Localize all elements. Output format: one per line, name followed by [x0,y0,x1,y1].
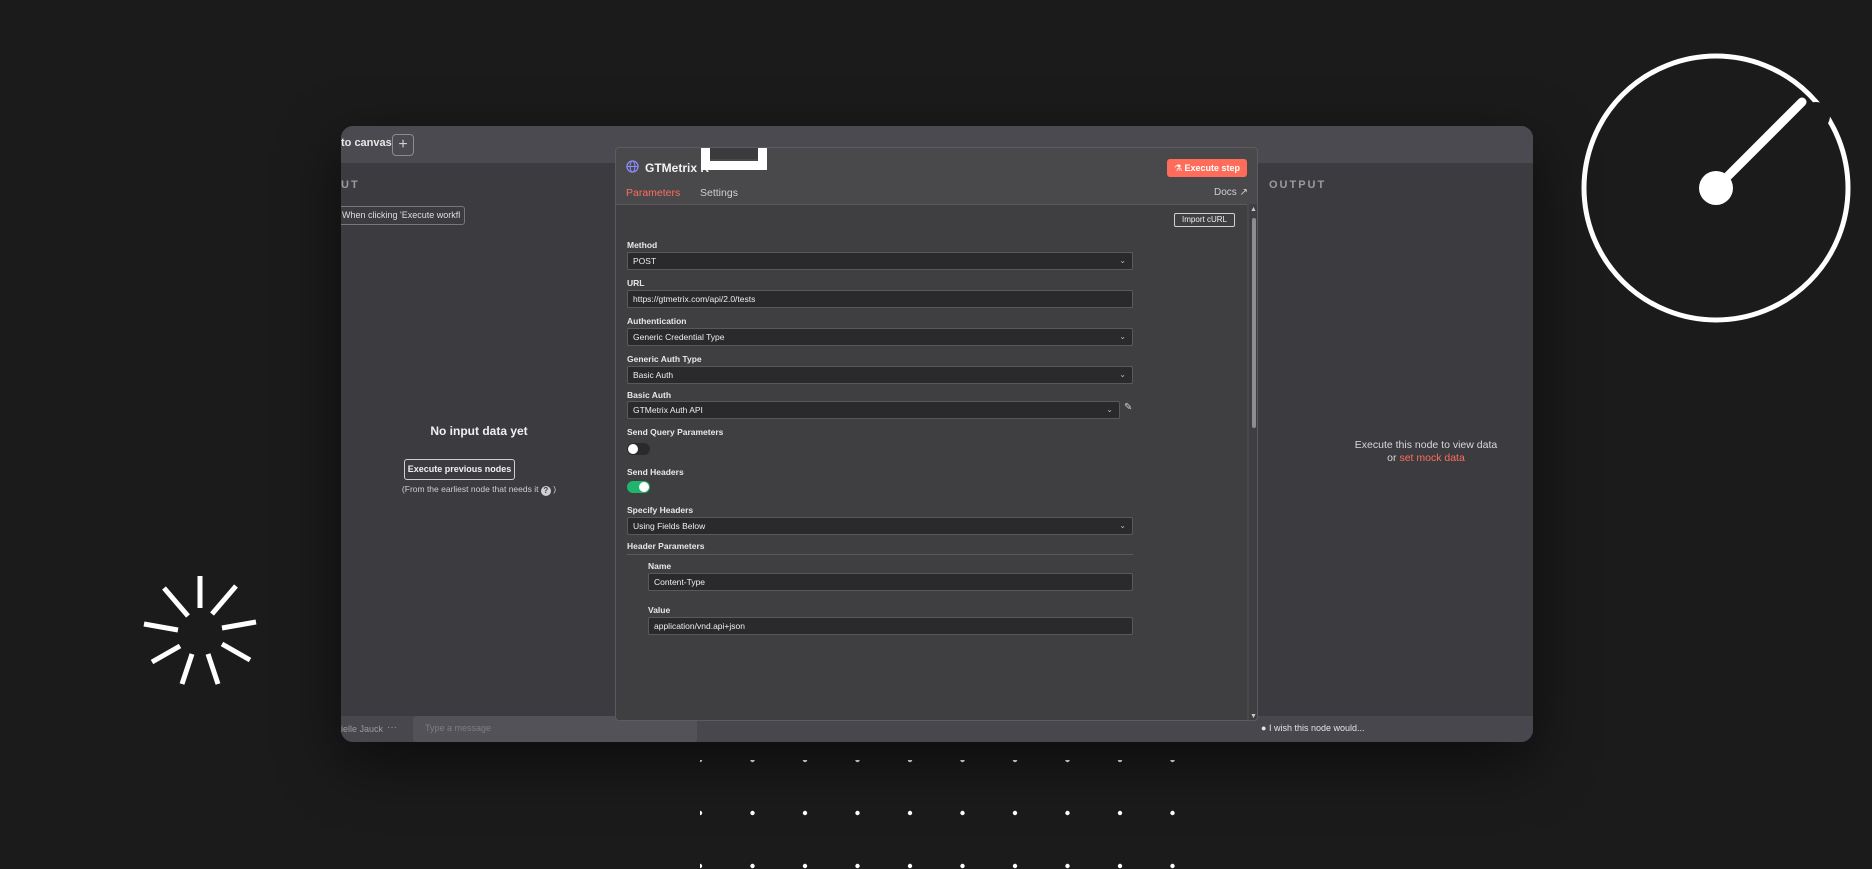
method-label: Method [627,240,658,250]
specify-headers-select[interactable]: Using Fields Below ⌄ [627,517,1133,535]
generic-auth-type-label: Generic Auth Type [627,354,702,364]
docs-label: Docs [1214,187,1237,198]
authentication-value: Generic Credential Type [633,332,725,342]
lightbulb-icon: ● [1261,723,1267,733]
authentication-label: Authentication [627,316,687,326]
rename-overlay [701,148,767,170]
basic-auth-credential-value: GTMetrix Auth API [633,405,703,415]
node-title[interactable]: GTMetrix R [645,161,709,175]
help-icon[interactable]: ? [540,486,551,496]
toggle-knob [628,444,638,454]
output-or-text: or [1387,452,1397,464]
specify-headers-value: Using Fields Below [633,521,706,531]
back-to-canvas-link[interactable]: to canvas [341,137,392,149]
generic-auth-type-select[interactable]: Basic Auth ⌄ [627,366,1133,384]
feedback-link[interactable]: ● I wish this node would... [1261,723,1365,733]
trigger-node-select-value: When clicking 'Execute workfl [342,210,461,220]
parameters-scrollbar[interactable]: ▲ ▼ [1249,204,1257,720]
basic-auth-credential-select[interactable]: GTMetrix Auth API ⌄ [627,401,1120,419]
send-query-parameters-toggle[interactable] [627,443,650,455]
header-value-label: Value [648,605,671,615]
globe-icon [626,160,639,173]
method-value: POST [633,256,657,266]
scroll-down-arrow-icon[interactable]: ▼ [1250,713,1257,720]
chevron-down-icon: ⌄ [1106,405,1113,414]
import-curl-button[interactable]: Import cURL [1174,213,1235,227]
header-value-value: application/vnd.api+json [654,621,745,631]
method-select[interactable]: POST ⌄ [627,252,1133,270]
output-message-line-2: or set mock data [1301,452,1533,465]
toggle-knob [639,482,649,492]
output-panel-title: OUTPUT [1269,179,1327,191]
basic-auth-label: Basic Auth [627,390,672,400]
more-options-icon[interactable]: ··· [387,722,397,733]
section-divider [627,554,1133,555]
url-input[interactable]: https://gtmetrix.com/api/2.0/tests [627,290,1133,308]
header-value-input[interactable]: application/vnd.api+json [648,617,1133,635]
output-empty-message: Execute this node to view data or set mo… [1301,439,1533,465]
chevron-down-icon: ⌄ [1119,332,1126,341]
gauge-icon [1581,53,1851,323]
output-message-line: Execute this node to view data [1354,439,1498,451]
chevron-down-icon: ⌄ [1119,256,1126,265]
chevron-down-icon: ⌄ [1119,370,1126,379]
execute-step-button[interactable]: ⚗ Execute step [1167,159,1247,177]
send-query-parameters-label: Send Query Parameters [627,427,724,437]
earliest-node-note-close: ) [553,484,557,494]
add-node-button[interactable]: + [392,134,414,156]
stage: to canvas + UT When clicking 'Execute wo… [0,0,1872,869]
url-label: URL [627,278,645,288]
send-headers-toggle[interactable] [627,481,650,493]
execute-previous-nodes-button[interactable]: Execute previous nodes [404,459,515,480]
docs-link[interactable]: Docs ↗ [1214,187,1248,198]
tab-settings[interactable]: Settings [700,187,738,204]
earliest-node-note-text: (From the earliest node that needs it [401,484,539,494]
generic-auth-type-value: Basic Auth [633,370,674,380]
trigger-node-select[interactable]: When clicking 'Execute workfl ⌄ [341,206,465,225]
authentication-select[interactable]: Generic Credential Type ⌄ [627,328,1133,346]
earliest-node-note: (From the earliest node that needs it ? … [341,484,617,496]
parameters-panel: Import cURL Method POST ⌄ URL https://gt… [616,204,1247,720]
flask-icon: ⚗ [1173,163,1183,173]
dot-grid-decoration [700,760,1175,869]
node-dialog: GTMetrix R ⚗ Execute step Parameters Set… [615,147,1258,721]
node-dialog-header: GTMetrix R ⚗ Execute step Parameters Set… [616,148,1257,206]
scrollbar-thumb[interactable] [1252,218,1256,428]
chevron-down-icon: ⌄ [1119,521,1126,530]
header-name-input[interactable]: Content-Type [648,573,1133,591]
specify-headers-label: Specify Headers [627,505,694,515]
chevron-down-icon: ⌄ [463,210,464,220]
set-mock-data-link[interactable]: set mock data [1399,452,1464,464]
message-input-placeholder: Type a message [425,723,492,733]
external-link-icon: ↗ [1239,187,1248,198]
header-parameters-label: Header Parameters [627,541,705,551]
input-panel-title: UT [341,179,360,191]
url-value: https://gtmetrix.com/api/2.0/tests [633,294,756,304]
header-name-value: Content-Type [654,577,706,587]
send-headers-label: Send Headers [627,467,684,477]
edit-credential-icon[interactable]: ✎ [1124,402,1132,413]
no-input-title: No input data yet [430,424,528,438]
execute-step-label: Execute step [1184,163,1241,173]
feedback-text: I wish this node would... [1268,723,1365,733]
scroll-up-arrow-icon[interactable]: ▲ [1250,206,1257,213]
header-name-label: Name [648,561,672,571]
user-name: ielle Jauck [341,724,384,734]
loading-spark-icon [143,576,257,685]
